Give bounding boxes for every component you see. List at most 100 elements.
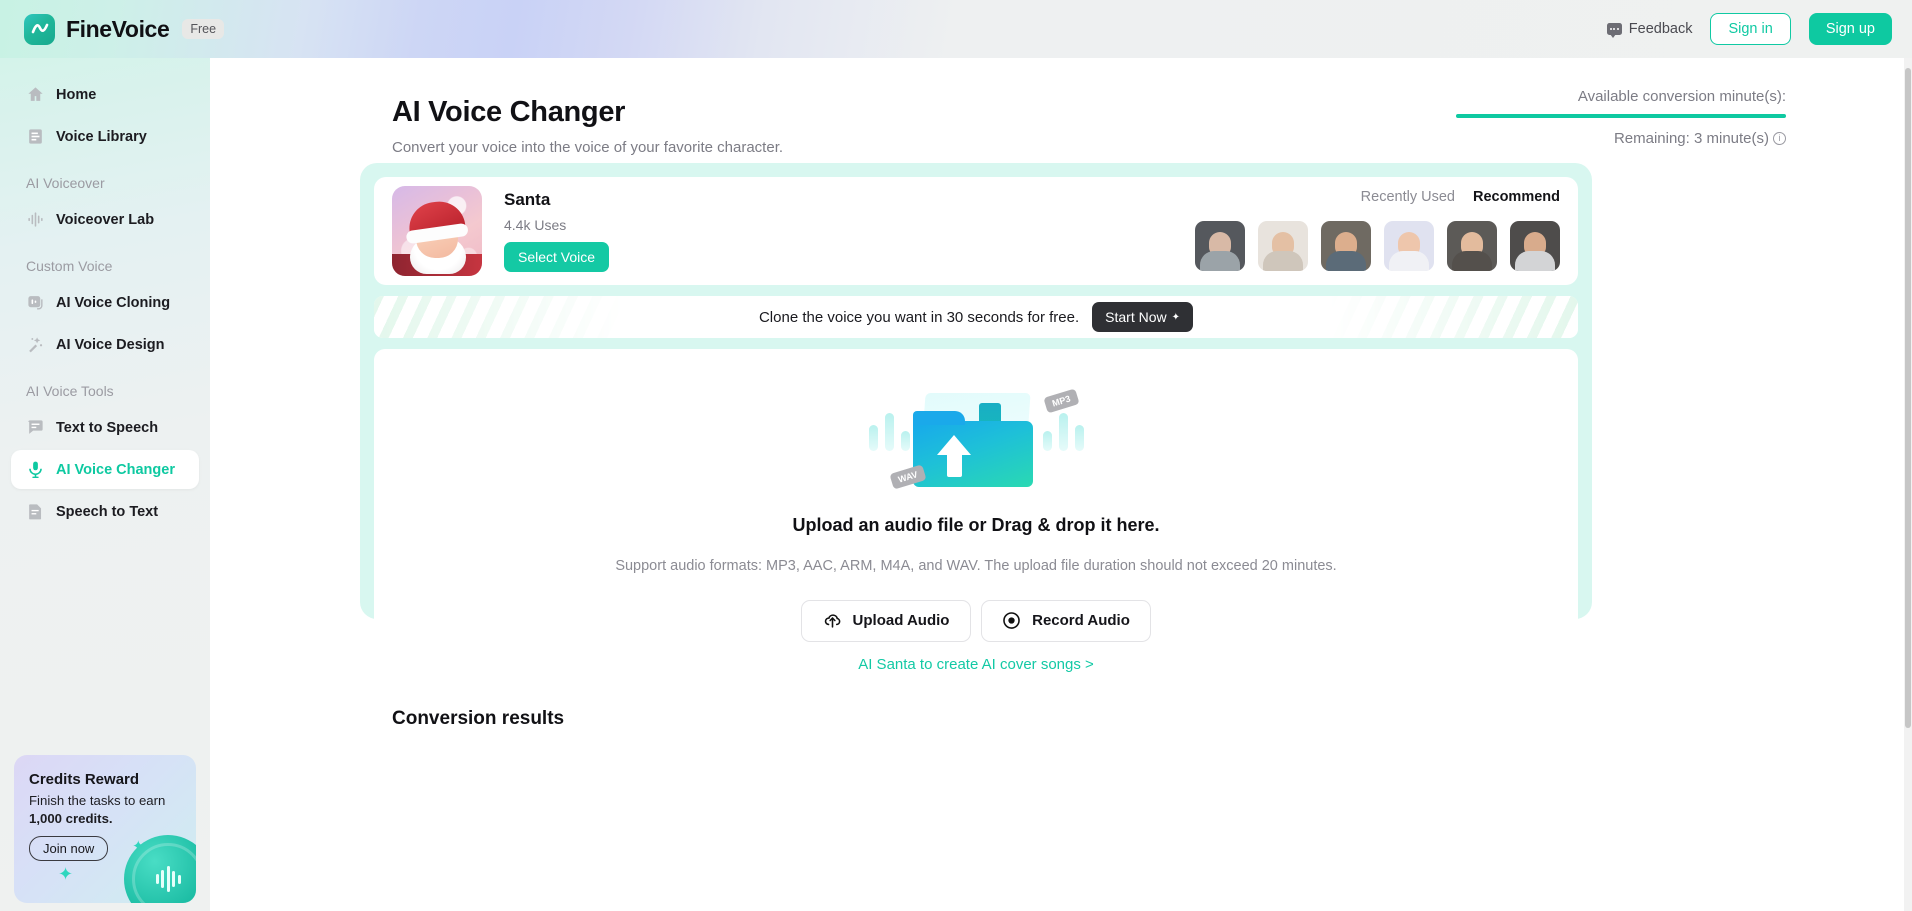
voice-info: Santa 4.4k Uses Select Voice [504,190,610,272]
tab-recommend[interactable]: Recommend [1473,189,1560,205]
sidebar-item-home[interactable]: Home [11,75,199,114]
record-audio-button[interactable]: Record Audio [981,599,1151,642]
info-icon[interactable]: i [1773,132,1786,145]
feedback-label: Feedback [1628,21,1693,37]
chevron-pattern-right [1328,296,1578,338]
sign-in-button[interactable]: Sign in [1710,13,1791,45]
sidebar-item-ai-voice-design[interactable]: AI Voice Design [11,325,199,364]
upload-subtitle: Support audio formats: MP3, AAC, ARM, M4… [615,557,1337,574]
start-now-label: Start Now [1105,309,1167,325]
voice-uses: 4.4k Uses [504,217,567,233]
chevron-pattern-left [374,296,624,338]
sparkle-icon: ✦ [1171,311,1181,323]
minutes-remaining-label: Remaining: 3 minute(s) [1613,130,1769,147]
recommended-avatars [1195,221,1560,271]
conversion-results-title: Conversion results [392,708,565,729]
avatar-man-dark[interactable] [1510,221,1560,271]
join-now-button[interactable]: Join now [29,836,109,862]
upload-audio-label: Upload Audio [852,612,950,629]
waveform-icon [28,212,43,227]
upload-cloud-icon [824,614,840,628]
credits-desc-line2: 1,000 credits. [29,810,113,826]
sidebar-item-label: Voiceover Lab [56,211,155,228]
waveform-right-decor [1042,412,1084,451]
page-scrollbar[interactable] [1904,58,1912,911]
upload-audio-button[interactable]: Upload Audio [801,599,971,642]
document-icon [29,504,42,520]
scrollbar-thumb[interactable] [1905,68,1911,728]
sidebar-item-label: Voice Library [56,128,147,145]
feedback-button[interactable]: Feedback [1606,21,1693,38]
avatar-woman-curls[interactable] [1447,221,1497,271]
avatar-young-woman[interactable] [1258,221,1308,271]
voice-name: Santa [504,190,551,209]
select-voice-button[interactable]: Select Voice [504,242,610,272]
magic-wand-icon [29,337,43,353]
sidebar-group-ai-voiceover: AI Voiceover [26,175,105,191]
minutes-label: Available conversion minute(s): [1577,88,1786,105]
sidebar-item-voice-library[interactable]: Voice Library [11,117,199,156]
credits-desc-line1: Finish the tasks to earn [29,793,166,808]
folder-front-icon [912,410,1033,487]
upload-arrow-icon [936,434,971,455]
credits-title: Credits Reward [29,771,140,788]
main-content: AI Voice Changer Convert your voice into… [210,58,1904,911]
header-actions: Feedback Sign in Sign up [1606,13,1892,45]
conversion-minutes-panel: Available conversion minute(s): Remainin… [1456,88,1786,147]
voice-changer-card: Santa 4.4k Uses Select Voice Recently Us… [360,163,1592,677]
upload-illustration: MP3 WAV [868,385,1084,495]
clone-voice-banner: Clone the voice you want in 30 seconds f… [374,296,1578,338]
sidebar-item-label: Text to Speech [56,419,159,436]
home-icon [28,87,43,101]
sidebar-item-voiceover-lab[interactable]: Voiceover Lab [11,200,199,239]
sidebar-item-label: AI Voice Design [56,336,165,353]
avatar-older-woman[interactable] [1195,221,1245,271]
ai-cover-songs-link[interactable]: AI Santa to create AI cover songs > [210,656,1742,673]
app-header: FineVoice Free Feedback Sign in Sign up [0,0,1912,58]
upload-title: Upload an audio file or Drag & drop it h… [792,514,1160,535]
plan-badge: Free [182,19,225,39]
sidebar-group-ai-voice-tools: AI Voice Tools [26,383,114,399]
sparkle-icon: ✦ [58,864,74,884]
clone-banner-text: Clone the voice you want in 30 seconds f… [758,308,1080,326]
voice-clone-icon [28,296,43,310]
sidebar-nav: Home Voice Library AI Voiceover Voiceove… [0,58,210,531]
sidebar-item-label: AI Voice Changer [56,461,175,478]
speech-bubble-icon [28,420,43,434]
sidebar-item-speech-to-text[interactable]: Speech to Text [11,492,199,531]
finevoice-logo-icon [24,13,55,45]
sign-up-button[interactable]: Sign up [1808,13,1892,45]
record-audio-label: Record Audio [1032,612,1130,629]
brand-logo[interactable]: FineVoice Free [24,13,225,45]
sidebar-item-label: AI Voice Cloning [56,294,171,311]
sidebar-item-label: Home [56,86,97,103]
start-now-button[interactable]: Start Now ✦ [1092,302,1194,332]
microphone-icon [29,461,42,479]
page-header: AI Voice Changer Convert your voice into… [392,96,783,156]
page-title: AI Voice Changer [392,96,626,128]
sidebar-item-ai-voice-changer[interactable]: AI Voice Changer [11,450,199,489]
avatar-teen-boy[interactable] [1384,221,1434,271]
page-subtitle: Convert your voice into the voice of you… [392,139,784,156]
record-icon [1003,612,1020,629]
minutes-progress-bar [1456,114,1786,118]
mp3-tag: MP3 [1043,388,1080,413]
brand-name: FineVoice [66,15,170,42]
tab-recently-used[interactable]: Recently Used [1361,189,1455,205]
voice-tabs: Recently Used Recommend [1361,189,1560,205]
selected-voice-row: Santa 4.4k Uses Select Voice Recently Us… [374,177,1578,285]
credits-reward-card[interactable]: Credits Reward Finish the tasks to earn … [14,755,196,903]
sidebar-item-ai-voice-cloning[interactable]: AI Voice Cloning [11,283,199,322]
waveform-left-decor [868,412,910,451]
feedback-icon [1606,23,1622,38]
upload-dropzone[interactable]: MP3 WAV Upload an audio file or Drag & d… [374,349,1578,677]
library-icon [29,129,42,144]
minutes-remaining: Remaining: 3 minute(s) i [1456,130,1786,147]
sidebar-item-text-to-speech[interactable]: Text to Speech [11,408,199,447]
sidebar-item-label: Speech to Text [56,503,159,520]
sidebar: Home Voice Library AI Voiceover Voiceove… [0,58,210,911]
sidebar-group-custom-voice: Custom Voice [26,258,113,274]
avatar-young-man[interactable] [1321,221,1371,271]
upload-actions: Upload Audio Record Audio [801,599,1151,642]
santa-avatar[interactable] [392,186,482,276]
